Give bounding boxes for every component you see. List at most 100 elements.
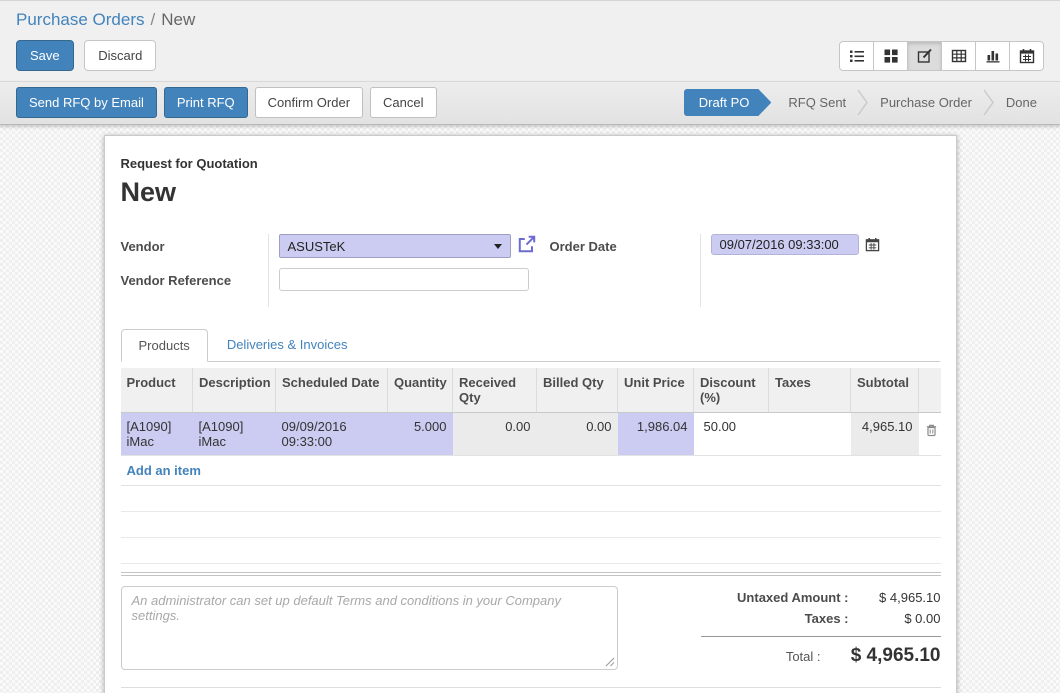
add-an-item-link[interactable]: Add an item xyxy=(127,463,201,478)
breadcrumb-purchase-orders[interactable]: Purchase Orders xyxy=(16,10,145,29)
order-line-row: [A1090] iMac [A1090] iMac 09/09/2016 09:… xyxy=(121,413,941,456)
notes-area xyxy=(121,586,618,673)
form-view-button[interactable] xyxy=(907,41,942,71)
stage-draft-po[interactable]: Draft PO xyxy=(684,89,772,116)
untaxed-amount-value: $ 4,965.10 xyxy=(849,590,941,605)
form-sheet: Request for Quotation New Vendor Vendor … xyxy=(104,135,957,693)
empty-line xyxy=(121,538,941,564)
cancel-button[interactable]: Cancel xyxy=(370,87,436,118)
list-view-button[interactable] xyxy=(839,41,874,71)
record-actions: Save Discard xyxy=(16,40,156,71)
calendar-icon xyxy=(865,237,880,252)
terms-conditions-textarea[interactable] xyxy=(121,586,618,670)
cell-billed-qty: 0.00 xyxy=(537,413,618,456)
list-view-icon xyxy=(849,48,865,64)
confirm-order-button[interactable]: Confirm Order xyxy=(255,87,363,118)
vendor-label: Vendor xyxy=(121,239,268,273)
col-unit-price: Unit Price xyxy=(618,368,694,413)
chevron-right-icon xyxy=(983,89,995,116)
breadcrumb-current: New xyxy=(161,10,195,29)
col-taxes: Taxes xyxy=(769,368,851,413)
trash-icon xyxy=(925,423,938,437)
breadcrumb: Purchase Orders / New xyxy=(0,1,1060,32)
empty-line xyxy=(121,512,941,538)
vendor-reference-input[interactable] xyxy=(279,268,529,291)
page-title: New xyxy=(121,177,940,208)
col-scheduled-date: Scheduled Date xyxy=(276,368,388,413)
calendar-view-button[interactable] xyxy=(1009,41,1044,71)
table-header-row: Product Description Scheduled Date Quant… xyxy=(121,368,941,413)
kanban-view-button[interactable] xyxy=(873,41,908,71)
cell-taxes[interactable] xyxy=(769,413,851,456)
cell-quantity[interactable]: 5.000 xyxy=(388,413,453,456)
untaxed-amount-label: Untaxed Amount : xyxy=(737,590,848,605)
field-zone: Vendor Vendor Reference ASUSTeK xyxy=(121,234,940,307)
order-lines-table: Product Description Scheduled Date Quant… xyxy=(121,368,941,456)
pivot-view-button[interactable] xyxy=(941,41,976,71)
vendor-reference-label: Vendor Reference xyxy=(121,273,268,307)
empty-line xyxy=(121,486,941,512)
top-zone: Purchase Orders / New Save Discard xyxy=(0,1,1060,81)
notebook-tabs: Products Deliveries & Invoices xyxy=(121,329,940,362)
col-description: Description xyxy=(193,368,276,413)
vendor-select[interactable]: ASUSTeK xyxy=(279,234,511,258)
section-separator xyxy=(121,572,941,576)
form-subtitle: Request for Quotation xyxy=(121,156,940,171)
totals-block: Untaxed Amount : $ 4,965.10 Taxes : $ 0.… xyxy=(701,586,941,673)
vendor-selected-value: ASUSTeK xyxy=(288,239,494,254)
workflow-buttons: Send RFQ by Email Print RFQ Confirm Orde… xyxy=(16,87,444,118)
control-bar: Save Discard xyxy=(0,32,1060,81)
cell-subtotal: 4,965.10 xyxy=(851,413,919,456)
form-view-icon xyxy=(917,48,933,64)
cell-unit-price[interactable]: 1,986.04 xyxy=(618,413,694,456)
discard-button[interactable]: Discard xyxy=(84,40,156,71)
field-group-right: Order Date xyxy=(550,234,880,307)
total-value: $ 4,965.10 xyxy=(821,645,941,667)
status-pipeline: Draft PO RFQ Sent Purchase Order Done xyxy=(684,89,1060,116)
add-item-row: Add an item xyxy=(121,456,941,486)
pivot-view-icon xyxy=(951,48,967,64)
col-actions xyxy=(919,368,941,413)
col-subtotal: Subtotal xyxy=(851,368,919,413)
odoo-purchase-order-screen: Purchase Orders / New Save Discard xyxy=(0,0,1060,693)
col-quantity: Quantity xyxy=(388,368,453,413)
cell-received-qty: 0.00 xyxy=(453,413,537,456)
order-date-input[interactable] xyxy=(711,234,859,255)
stage-done[interactable]: Done xyxy=(997,89,1046,116)
stage-purchase-order[interactable]: Purchase Order xyxy=(871,89,981,116)
sheet-end-line xyxy=(121,687,941,688)
cell-discount[interactable]: 50.00 xyxy=(694,413,769,456)
total-label: Total : xyxy=(786,649,821,664)
taxes-value: $ 0.00 xyxy=(849,611,941,626)
col-product: Product xyxy=(121,368,193,413)
cell-product[interactable]: [A1090] iMac xyxy=(121,413,193,456)
status-bar: Send RFQ by Email Print RFQ Confirm Orde… xyxy=(0,81,1060,125)
external-link-icon[interactable] xyxy=(517,234,537,254)
tab-deliveries-invoices[interactable]: Deliveries & Invoices xyxy=(210,329,365,361)
col-billed-qty: Billed Qty xyxy=(537,368,618,413)
kanban-view-icon xyxy=(883,48,899,64)
form-background: Request for Quotation New Vendor Vendor … xyxy=(0,125,1060,693)
graph-view-button[interactable] xyxy=(975,41,1010,71)
order-date-label: Order Date xyxy=(550,239,700,273)
graph-view-icon xyxy=(985,48,1001,64)
calendar-view-icon xyxy=(1019,48,1035,64)
footer-section: Untaxed Amount : $ 4,965.10 Taxes : $ 0.… xyxy=(121,586,941,673)
taxes-label: Taxes : xyxy=(805,611,849,626)
cell-scheduled-date[interactable]: 09/09/2016 09:33:00 xyxy=(276,413,388,456)
cell-description[interactable]: [A1090] iMac xyxy=(193,413,276,456)
view-switcher xyxy=(839,41,1044,71)
delete-line-button[interactable] xyxy=(919,413,941,456)
breadcrumb-separator: / xyxy=(151,10,156,29)
dropdown-caret-icon xyxy=(494,244,502,249)
tab-products[interactable]: Products xyxy=(121,329,208,362)
date-picker-button[interactable] xyxy=(865,234,880,255)
send-rfq-by-email-button[interactable]: Send RFQ by Email xyxy=(16,87,157,118)
total-separator xyxy=(701,636,941,637)
print-rfq-button[interactable]: Print RFQ xyxy=(164,87,248,118)
col-received-qty: Received Qty xyxy=(453,368,537,413)
stage-rfq-sent[interactable]: RFQ Sent xyxy=(779,89,855,116)
col-discount: Discount (%) xyxy=(694,368,769,413)
field-group-left: Vendor Vendor Reference ASUSTeK xyxy=(121,234,550,307)
save-button[interactable]: Save xyxy=(16,40,74,71)
